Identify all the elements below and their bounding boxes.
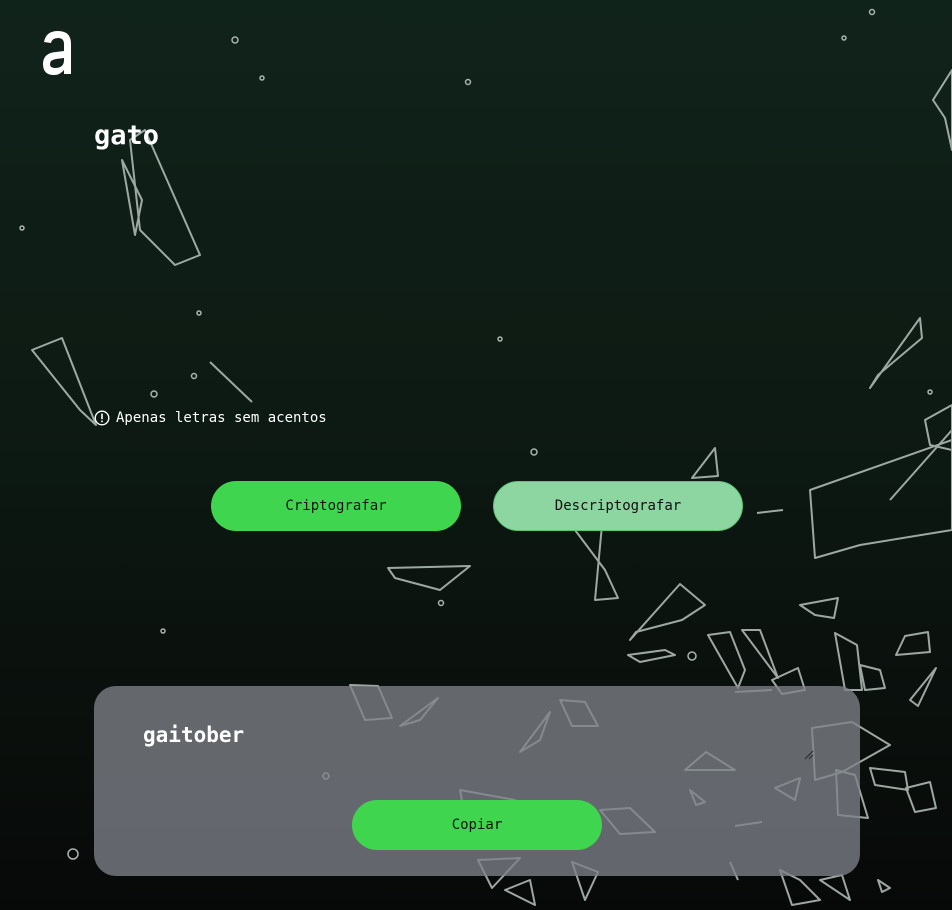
a-logo-icon[interactable] bbox=[40, 28, 76, 78]
decrypt-button[interactable]: Descriptografar bbox=[493, 481, 743, 531]
exclamation-circle-icon bbox=[94, 410, 110, 426]
output-field[interactable] bbox=[141, 706, 815, 764]
message-input[interactable]: gato bbox=[94, 120, 734, 390]
hint-text: Apenas letras sem acentos bbox=[116, 410, 327, 426]
input-hint: Apenas letras sem acentos bbox=[94, 410, 327, 426]
encrypt-button[interactable]: Criptografar bbox=[211, 481, 461, 531]
copy-button[interactable]: Copiar bbox=[352, 800, 602, 850]
resize-handle-icon[interactable] bbox=[802, 748, 814, 760]
output-panel: Copiar bbox=[94, 686, 860, 876]
